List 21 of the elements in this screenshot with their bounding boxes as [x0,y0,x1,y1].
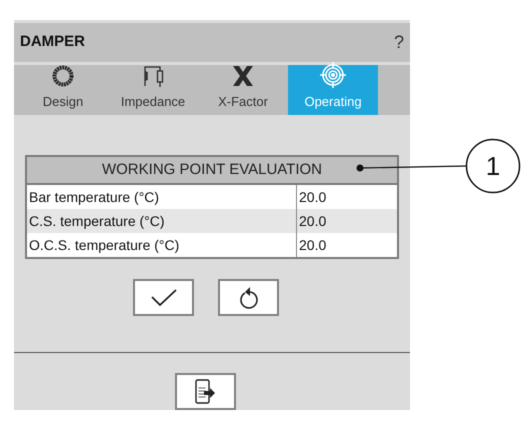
table-cell-text: 20.0 [298,188,328,206]
rotate-icon [238,286,258,310]
table-title: WORKING POINT EVALUATION [27,157,397,185]
help-button[interactable]: ? [394,29,404,56]
reset-button[interactable] [218,279,279,316]
x-letter-icon [231,65,255,88]
table-cell-text: 20.0 [298,236,328,254]
checkmark-icon [150,288,176,306]
ring-icon [52,65,74,88]
callout-number: 1 [484,151,502,181]
window-title: DAMPER [20,32,86,52]
table-cell-text: 20.0 [298,212,328,230]
document-arrow-icon [194,378,216,404]
tab[interactable]: Impedance [108,65,198,115]
confirm-button[interactable] [133,279,194,316]
tab[interactable]: X-Factor [198,65,288,115]
tab[interactable]: Design [18,65,108,115]
table-cell: O.C.S. temperature (°C) [27,233,297,257]
target-icon [320,62,346,88]
export-button[interactable] [174,373,236,410]
callout-circle [466,138,520,194]
